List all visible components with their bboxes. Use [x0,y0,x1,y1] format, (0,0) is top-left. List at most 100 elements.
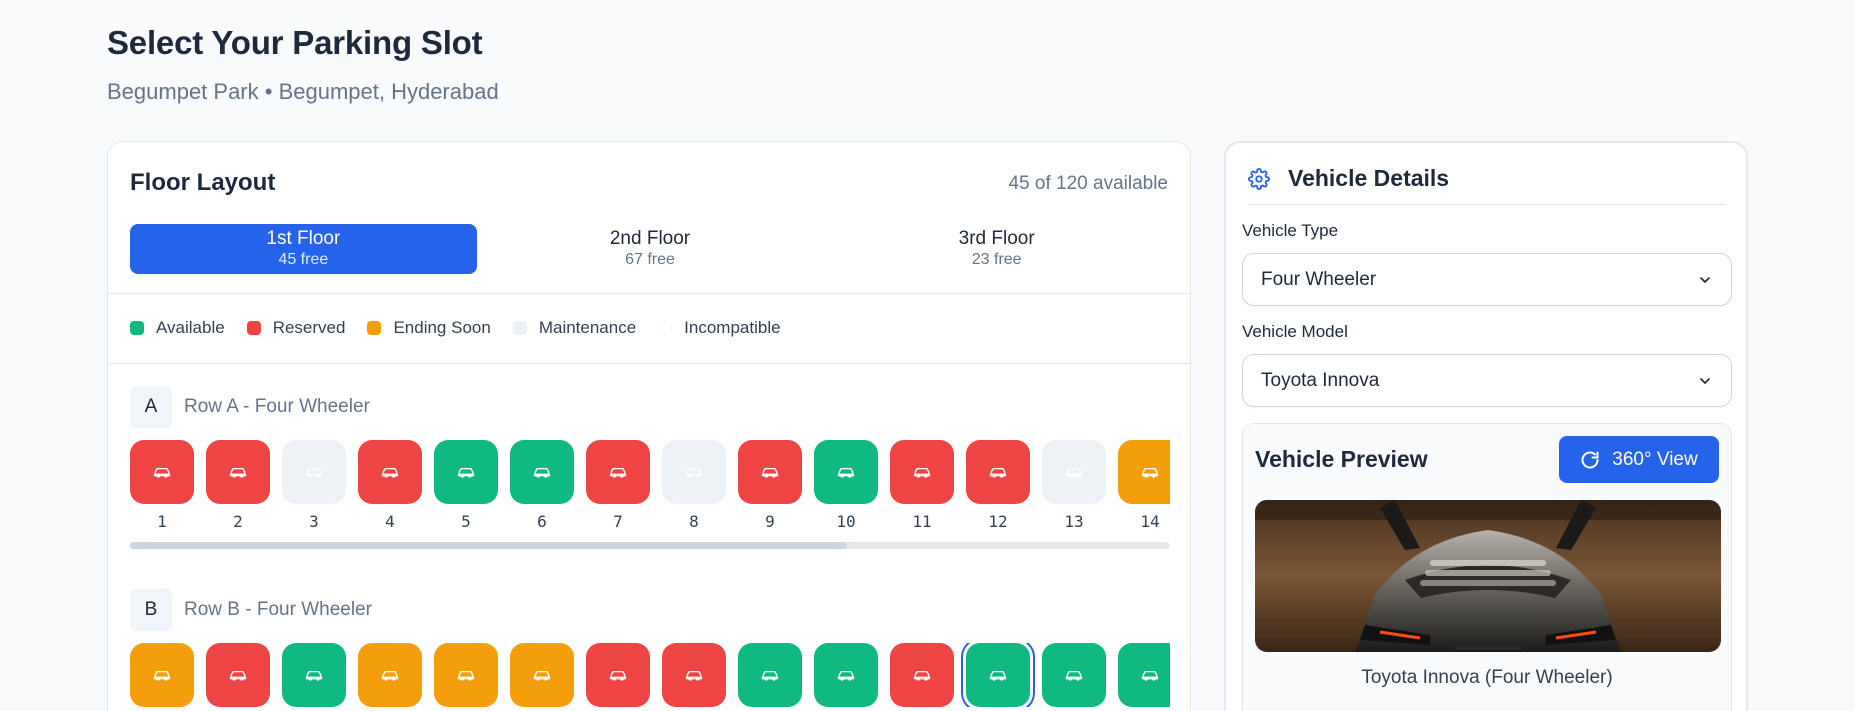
legend-swatch [130,321,144,335]
parking-slot[interactable] [206,643,270,707]
slot-number: 9 [765,512,775,531]
scrollbar-thumb[interactable] [130,542,847,549]
parking-slot[interactable] [814,440,878,504]
parking-slot[interactable] [510,440,574,504]
tab-2nd-floor[interactable]: 2nd Floor 67 free [477,224,824,274]
slot-number: 3 [309,512,319,531]
parking-slot[interactable] [282,643,346,707]
legend: Available Reserved Ending Soon Maintenan… [130,318,803,338]
slot-number: 10 [836,512,856,531]
chevron-down-icon [1700,378,1710,384]
car-icon [609,467,627,478]
floor-layout-card: Floor Layout 45 of 120 available 1st Flo… [107,141,1191,711]
divider [108,363,1190,364]
parking-slot[interactable] [966,643,1030,707]
slot-number: 14 [1140,512,1160,531]
parking-slot[interactable] [814,643,878,707]
parking-slot[interactable] [662,643,726,707]
car-render [1255,500,1721,652]
car-icon [913,670,931,681]
legend-label: Maintenance [538,318,637,337]
parking-slot[interactable] [1118,440,1170,504]
vehicle-type-label: Vehicle Type [1242,221,1339,240]
gear-icon [1248,167,1270,190]
legend-swatch [512,321,527,335]
vehicle-model-label: Vehicle Model [1242,322,1348,341]
tab-3rd-floor[interactable]: 3rd Floor 23 free [823,224,1170,274]
parking-slot[interactable] [662,440,726,504]
parking-slot[interactable] [890,643,954,707]
page-title: Select Your Parking Slot [107,24,483,61]
vehicle-details-title: Vehicle Details [1288,165,1450,191]
chevron-down-icon [1700,277,1710,283]
tab-name: 3rd Floor [958,228,1035,249]
tab-1st-floor[interactable]: 1st Floor 45 free [130,224,477,274]
car-icon [989,670,1007,681]
car-icon [685,467,703,478]
tab-name: 2nd Floor [609,228,691,249]
parking-slot[interactable] [1118,643,1170,707]
parking-slot[interactable] [1042,643,1106,707]
parking-slot[interactable] [510,643,574,707]
parking-slot[interactable] [586,440,650,504]
parking-slot[interactable] [966,440,1030,504]
parking-slot[interactable] [282,440,346,504]
car-icon [153,467,171,478]
parking-slot[interactable] [130,440,194,504]
car-icon [1065,467,1083,478]
car-icon [229,670,247,681]
vehicle-model-select[interactable]: Toyota Innova [1242,354,1732,407]
parking-slot[interactable] [130,643,194,707]
parking-slot[interactable] [358,440,422,504]
parking-slot[interactable] [738,440,802,504]
car-icon [609,670,627,681]
360-view-label: 360° View [1612,448,1698,470]
slot-number: 1 [157,512,167,531]
car-icon [153,670,171,681]
car-icon [761,670,779,681]
car-icon [1141,670,1159,681]
slot-number: 13 [1064,512,1084,531]
parking-slot[interactable] [358,643,422,707]
row-scrollbar[interactable] [130,542,1170,549]
slot-grid [130,643,1170,707]
row-b: B Row B - Four Wheeler [130,589,1170,707]
car-icon [837,670,855,681]
parking-slot[interactable] [1042,440,1106,504]
slot-number: 4 [385,512,395,531]
vehicle-caption: Toyota Innova (Four Wheeler) [1361,667,1613,688]
legend-swatch [658,321,673,335]
car-icon [457,467,475,478]
row-label: Row B - Four Wheeler [184,599,372,620]
car-icon [381,670,399,681]
legend-ending-soon: Ending Soon [367,318,491,338]
parking-slot[interactable] [434,643,498,707]
tab-name: 1st Floor [266,228,341,249]
car-icon [989,467,1007,478]
floor-tabs: 1st Floor 45 free 2nd Floor 67 free 3rd … [130,224,1170,274]
slot-number: 11 [912,512,932,531]
car-icon [305,670,323,681]
parking-slot[interactable] [738,643,802,707]
parking-slot[interactable] [434,440,498,504]
slot-numbers: 1 2 3 4 5 6 7 8 9 10 11 12 13 14 [130,512,1170,536]
row-label: Row A - Four Wheeler [184,396,370,417]
car-icon [457,670,475,681]
vehicle-preview-image [1255,500,1721,652]
row-letter-badge: A [130,386,172,428]
tab-free-count: 45 free [278,251,329,268]
legend-reserved: Reserved [246,318,345,338]
parking-slot[interactable] [890,440,954,504]
legend-swatch [367,321,382,335]
car-icon [381,467,399,478]
360-view-button[interactable]: 360° View [1559,436,1719,483]
parking-slot[interactable] [206,440,270,504]
slot-number: 7 [613,512,623,531]
vehicle-type-value: Four Wheeler [1261,268,1377,290]
divider [108,293,1190,294]
car-icon [229,467,247,478]
vehicle-type-select[interactable]: Four Wheeler [1242,253,1732,306]
car-icon [761,467,779,478]
parking-slot[interactable] [586,643,650,707]
slot-number: 2 [233,512,243,531]
